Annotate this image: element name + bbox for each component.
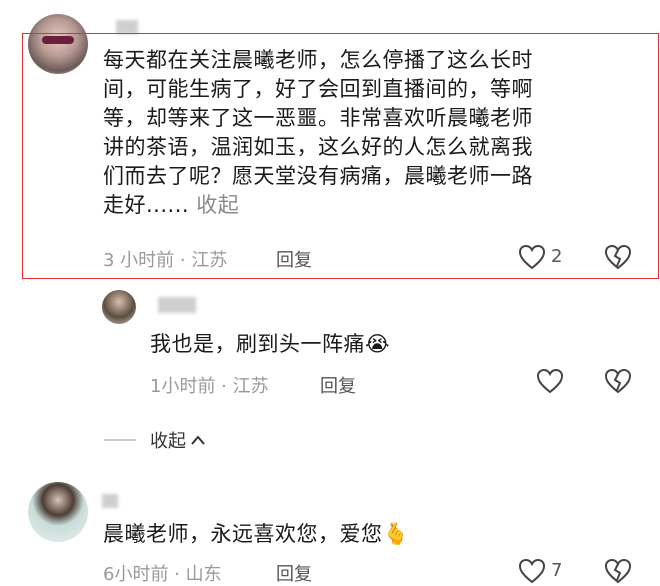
heart-outline-icon[interactable] (518, 244, 546, 270)
crying-emoji: 😭 (365, 332, 391, 356)
comment-line: 间，可能生病了，好了会回到直播间的，等啊 (103, 77, 533, 101)
comment-content: 晨曦老师，永远喜欢您，爱您 (103, 522, 383, 546)
reply-meta: 1小时前 · 江苏 (150, 376, 269, 397)
collapse-label: 收起 (150, 431, 186, 452)
comment-line-last: 走好...... 收起 (103, 191, 633, 220)
reply-text: 我也是，刷到头一阵痛😭 (150, 330, 390, 359)
heart-outline-icon[interactable] (536, 368, 564, 394)
avatar[interactable] (102, 290, 136, 324)
broken-heart-icon[interactable] (604, 368, 632, 394)
collapse-text-link[interactable]: 收起 (196, 193, 239, 217)
broken-heart-icon[interactable] (604, 244, 632, 270)
username-obscured[interactable] (116, 20, 138, 34)
username-obscured[interactable] (158, 297, 196, 313)
reply-button[interactable]: 回复 (276, 560, 312, 586)
comment-line: 讲的茶语，温润如玉，这么好的人怎么就离我 (103, 135, 533, 159)
collapse-divider (104, 439, 136, 441)
finger-heart-emoji: 🫰 (382, 522, 410, 546)
collapse-replies-button[interactable]: 收起 (150, 427, 206, 453)
comment-tail: 走好...... (103, 193, 190, 217)
avatar[interactable] (28, 482, 88, 542)
reply-content: 我也是，刷到头一阵痛 (150, 332, 365, 356)
comment-line: 们而去了呢？愿天堂没有病痛，晨曦老师一路 (103, 164, 533, 188)
username-obscured[interactable] (102, 494, 118, 508)
comment-meta: 6小时前 · 山东 (103, 564, 222, 585)
comment-meta: 3 小时前 · 江苏 (103, 250, 228, 271)
comment-line: 每天都在关注晨曦老师，怎么停播了这么长时 (103, 48, 533, 72)
broken-heart-icon[interactable] (604, 558, 632, 584)
comment-text: 每天都在关注晨曦老师，怎么停播了这么长时 间，可能生病了，好了会回到直播间的，等… (103, 46, 633, 220)
chevron-up-icon (190, 434, 206, 446)
reply-button[interactable]: 回复 (320, 372, 356, 398)
like-count: 2 (551, 246, 563, 267)
heart-outline-icon[interactable] (518, 558, 546, 584)
comment-line: 等，却等来了这一恶噩。非常喜欢听晨曦老师 (103, 106, 533, 130)
comment-text: 晨曦老师，永远喜欢您，爱您🫰 (103, 520, 409, 549)
reply-button[interactable]: 回复 (276, 246, 312, 272)
